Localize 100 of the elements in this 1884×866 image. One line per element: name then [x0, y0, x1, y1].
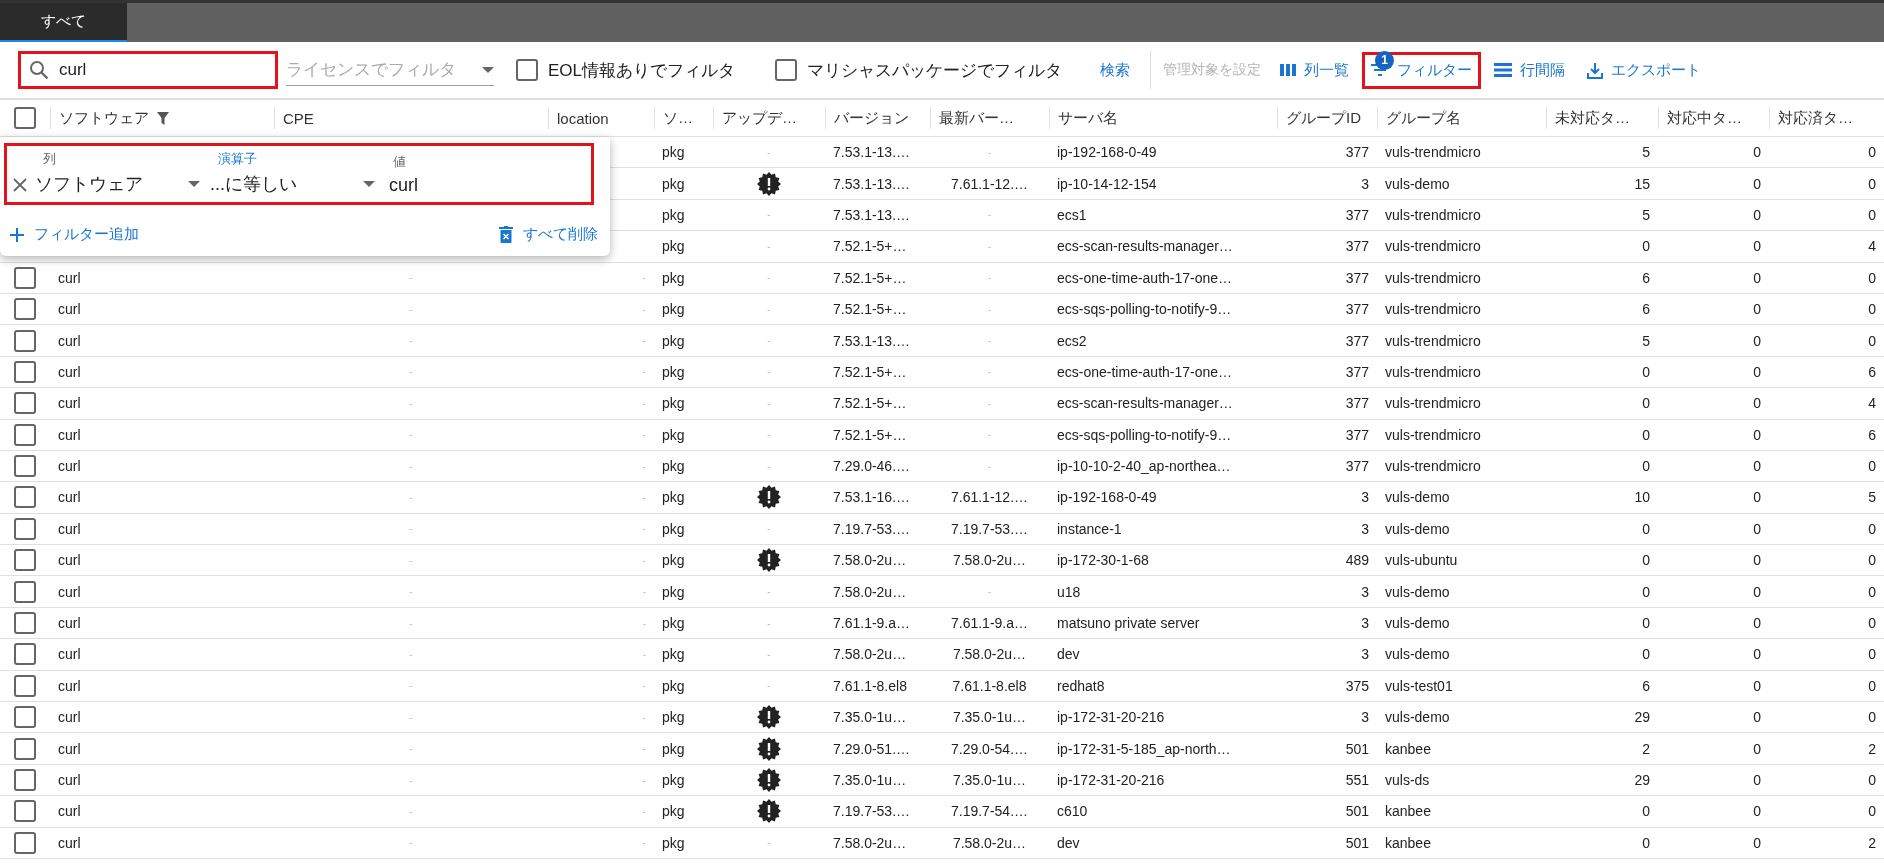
columns-button[interactable]: 列一覧 — [1271, 51, 1359, 89]
version-cell: 7.61.1-9.a… — [833, 615, 911, 632]
add-filter-button[interactable]: フィルター追加 — [8, 223, 141, 246]
count-cell: 0 — [1868, 615, 1876, 632]
count-cell: 0 — [1753, 301, 1761, 318]
row-checkbox[interactable] — [14, 266, 36, 289]
group-name-cell: vuls-ds — [1385, 772, 1430, 788]
count-cell: 0 — [1868, 552, 1876, 569]
latest-version-cell: 7.61.1-8.el8 — [952, 677, 1027, 694]
column-header[interactable]: CPE — [283, 109, 314, 127]
row-checkbox[interactable] — [14, 329, 36, 352]
column-header[interactable]: アップデ… — [722, 108, 797, 128]
version-cell: 7.52.1-5+… — [833, 269, 907, 286]
version-cell: 7.29.0-51.… — [833, 740, 911, 757]
row-checkbox[interactable] — [14, 360, 36, 383]
count-cell: 4 — [1868, 395, 1876, 412]
column-header[interactable]: グループID — [1286, 108, 1361, 128]
column-header[interactable]: 未対応タ… — [1555, 108, 1630, 128]
column-header[interactable]: グループ名 — [1386, 108, 1461, 128]
type-cell: pkg — [662, 395, 685, 412]
row-checkbox[interactable] — [14, 455, 36, 478]
delete-all-button[interactable]: すべて削除 — [497, 223, 600, 246]
trash-icon — [499, 226, 513, 243]
empty-dash: - — [767, 617, 771, 629]
search-input[interactable]: curl — [57, 59, 251, 81]
row-checkbox[interactable] — [14, 486, 36, 509]
column-header[interactable]: サーバ名 — [1058, 108, 1118, 128]
row-checkbox[interactable] — [14, 423, 36, 446]
row-checkbox[interactable] — [14, 769, 36, 791]
column-header[interactable]: 最新バー… — [939, 108, 1014, 128]
count-cell: 0 — [1753, 175, 1761, 192]
group-id-cell: 377 — [1345, 458, 1369, 475]
export-button[interactable]: エクスポート — [1578, 51, 1711, 89]
version-cell: 7.58.0-2u… — [833, 646, 907, 663]
row-checkbox[interactable] — [14, 392, 36, 415]
checkbox[interactable] — [516, 59, 538, 81]
group-name-cell: vuls-trendmicro — [1385, 395, 1481, 412]
row-checkbox[interactable] — [14, 737, 36, 760]
cpe-cell: - — [409, 429, 413, 441]
latest-version-cell: 7.19.7-54.… — [950, 803, 1029, 820]
count-cell: 0 — [1753, 834, 1761, 851]
density-button[interactable]: 行間隔 — [1485, 51, 1575, 89]
close-icon[interactable] — [11, 176, 29, 194]
column-header[interactable]: バージョン — [834, 108, 909, 128]
row-checkbox[interactable] — [14, 580, 36, 603]
row-checkbox[interactable] — [14, 800, 36, 823]
search-button[interactable]: 検索 — [1090, 54, 1141, 86]
column-header[interactable]: ソ… — [663, 108, 693, 128]
count-cell: 0 — [1868, 301, 1876, 318]
count-cell: 0 — [1642, 395, 1650, 412]
count-cell: 0 — [1868, 772, 1876, 788]
group-id-cell: 501 — [1345, 803, 1369, 820]
column-header[interactable]: ソフトウェア — [59, 108, 169, 128]
count-cell: 6 — [1642, 301, 1650, 318]
type-cell: pkg — [662, 552, 685, 569]
row-checkbox[interactable] — [14, 298, 36, 321]
software-cell: curl — [58, 332, 81, 349]
column-header[interactable]: 対応中タ… — [1667, 108, 1742, 128]
type-cell: pkg — [662, 301, 685, 318]
tab[interactable]: すべて — [0, 3, 127, 42]
type-cell: pkg — [662, 332, 685, 349]
count-cell: 5 — [1642, 206, 1650, 223]
location-cell: - — [642, 523, 646, 535]
count-cell: 5 — [1642, 332, 1650, 349]
select-all-checkbox[interactable] — [14, 107, 36, 129]
value-field[interactable]: curl — [385, 175, 563, 196]
version-cell: 7.58.0-2u… — [833, 583, 907, 600]
latest-version-cell: - — [987, 460, 992, 472]
count-cell: 0 — [1642, 363, 1650, 380]
group-id-cell: 3 — [1361, 520, 1369, 537]
filter-button[interactable]: 1 フィルター — [1362, 51, 1482, 89]
columns-icon — [1280, 64, 1297, 76]
group-name-cell: kanbee — [1385, 803, 1431, 820]
group-id-cell: 3 — [1361, 646, 1369, 663]
version-cell: 7.19.7-53.… — [833, 803, 911, 820]
count-cell: 0 — [1868, 583, 1876, 600]
column-header[interactable]: 対応済タ… — [1778, 108, 1853, 128]
alert-icon — [757, 705, 781, 730]
row-checkbox[interactable] — [14, 706, 36, 729]
column-header[interactable]: location — [557, 109, 609, 127]
row-checkbox[interactable] — [14, 831, 36, 854]
server-name-cell: ecs-scan-results-manager… — [1057, 395, 1233, 412]
location-cell: - — [642, 743, 646, 755]
select-field[interactable]: ...に等しい — [210, 172, 375, 196]
group-name-cell: vuls-demo — [1385, 615, 1450, 632]
count-cell: 29 — [1634, 709, 1650, 726]
server-name-cell: ecs2 — [1057, 332, 1087, 349]
select-field[interactable]: ソフトウェア — [35, 172, 200, 196]
row-checkbox[interactable] — [14, 612, 36, 635]
count-cell: 0 — [1753, 206, 1761, 223]
latest-version-cell: - — [987, 586, 992, 598]
row-checkbox[interactable] — [14, 643, 36, 666]
alert-icon — [757, 768, 781, 792]
checkbox[interactable] — [775, 59, 798, 81]
latest-version-cell: - — [987, 397, 992, 409]
search-field[interactable]: curl — [18, 51, 278, 89]
row-checkbox[interactable] — [14, 674, 36, 697]
group-name-cell: vuls-demo — [1385, 583, 1450, 600]
row-checkbox[interactable] — [14, 549, 36, 572]
row-checkbox[interactable] — [14, 517, 36, 540]
